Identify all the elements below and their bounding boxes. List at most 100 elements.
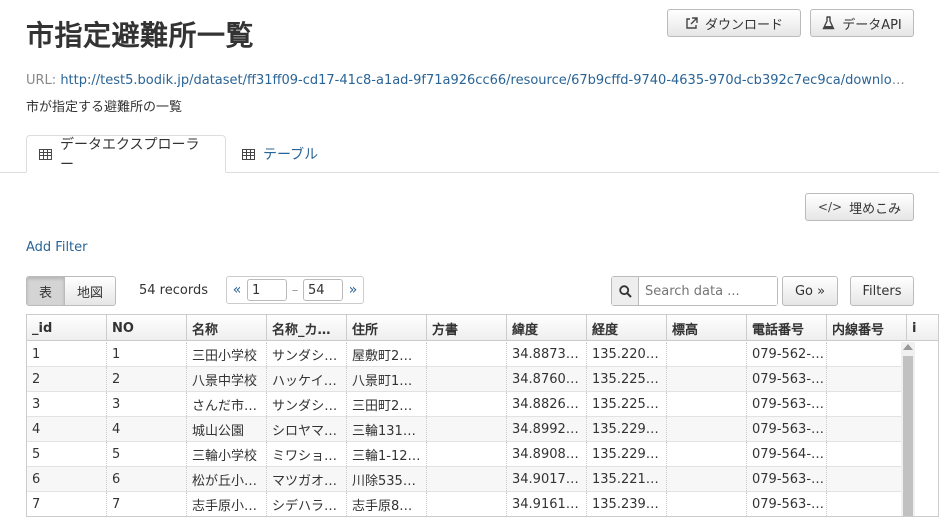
column-header[interactable]: 名称 (187, 315, 267, 341)
table-cell[interactable]: 34.8908… (507, 442, 587, 466)
table-cell[interactable]: 6 (27, 467, 107, 491)
column-header[interactable]: 緯度 (507, 315, 587, 341)
table-cell[interactable] (427, 492, 507, 516)
column-header[interactable]: i (907, 315, 938, 341)
table-cell[interactable]: 2 (107, 367, 187, 391)
table-cell[interactable]: 135.220… (587, 342, 667, 366)
table-cell[interactable]: 135.229… (587, 417, 667, 441)
table-cell[interactable] (827, 342, 907, 366)
column-header[interactable]: 経度 (587, 315, 667, 341)
table-cell[interactable] (827, 492, 907, 516)
embed-button[interactable]: </> 埋めこみ (805, 193, 914, 221)
data-api-button[interactable]: データAPI (810, 9, 914, 37)
table-cell[interactable]: 079-563-… (747, 367, 827, 391)
table-row[interactable]: 1 1 三田小学校 サンダシ… 屋敷町2… 34.8873… 135.220… 079-562… (27, 342, 907, 367)
table-cell[interactable]: 34.8826… (507, 392, 587, 416)
column-header[interactable]: 電話番号 (747, 315, 827, 341)
tab-table[interactable]: テーブル (230, 135, 330, 173)
table-cell[interactable]: 6 (107, 467, 187, 491)
table-cell[interactable]: 松が丘小… (187, 467, 267, 491)
column-header[interactable]: NO (107, 315, 187, 341)
table-cell[interactable]: サンダシ… (267, 392, 347, 416)
table-cell[interactable] (427, 417, 507, 441)
table-cell[interactable]: 1 (107, 342, 187, 366)
table-cell[interactable] (667, 417, 747, 441)
url-link[interactable]: http://test5.bodik.jp/dataset/ff31ff09-c… (60, 73, 911, 88)
table-cell[interactable]: 5 (107, 442, 187, 466)
table-cell[interactable]: シロヤマ… (267, 417, 347, 441)
table-cell[interactable]: 城山公園 (187, 417, 267, 441)
table-cell[interactable]: 三田小学校 (187, 342, 267, 366)
table-cell[interactable] (827, 442, 907, 466)
table-cell[interactable] (427, 467, 507, 491)
column-header[interactable]: 標高 (667, 315, 747, 341)
tab-data-explorer[interactable]: データエクスプローラー (26, 135, 226, 173)
table-cell[interactable]: 079-562-… (747, 342, 827, 366)
table-cell[interactable]: 屋敷町2… (347, 342, 427, 366)
pager-prev-button[interactable]: « (227, 282, 247, 298)
table-cell[interactable]: さんだ市… (187, 392, 267, 416)
scroll-up-icon[interactable] (903, 344, 913, 350)
table-row[interactable]: 3 3 さんだ市… サンダシ… 三田町2… 34.8826… 135.225… 079-563… (27, 392, 907, 417)
table-cell[interactable] (427, 367, 507, 391)
table-cell[interactable]: ミワショ… (267, 442, 347, 466)
table-cell[interactable]: 三輪小学校 (187, 442, 267, 466)
table-cell[interactable]: 079-563-… (747, 492, 827, 516)
table-cell[interactable] (667, 442, 747, 466)
table-cell[interactable]: 八景中学校 (187, 367, 267, 391)
table-cell[interactable]: 135.229… (587, 442, 667, 466)
table-row[interactable]: 7 7 志手原小… シデハラ… 志手原8… 34.9161… 135.239… 079-563… (27, 492, 907, 516)
table-cell[interactable]: サンダシ… (267, 342, 347, 366)
table-cell[interactable] (427, 392, 507, 416)
table-cell[interactable] (667, 367, 747, 391)
table-cell[interactable] (827, 417, 907, 441)
table-cell[interactable]: 志手原8… (347, 492, 427, 516)
table-row[interactable]: 2 2 八景中学校 ハッケイ… 八景町1… 34.8760… 135.225… 079-563… (27, 367, 907, 392)
view-table-button[interactable]: 表 (27, 277, 66, 305)
table-cell[interactable]: 4 (107, 417, 187, 441)
table-cell[interactable]: 34.8992… (507, 417, 587, 441)
download-button[interactable]: ダウンロード (667, 9, 801, 37)
table-cell[interactable] (667, 342, 747, 366)
table-cell[interactable]: 135.221… (587, 467, 667, 491)
table-cell[interactable]: 34.8760… (507, 367, 587, 391)
table-cell[interactable]: 34.8873… (507, 342, 587, 366)
table-cell[interactable]: マツガオ… (267, 467, 347, 491)
table-row[interactable]: 6 6 松が丘小… マツガオ… 川除535… 34.9017… 135.221… 079-56… (27, 467, 907, 492)
table-cell[interactable] (427, 342, 507, 366)
table-cell[interactable]: 3 (107, 392, 187, 416)
table-cell[interactable]: シデハラ… (267, 492, 347, 516)
table-cell[interactable]: 079-563-… (747, 392, 827, 416)
table-cell[interactable] (827, 467, 907, 491)
table-cell[interactable]: 135.225… (587, 367, 667, 391)
add-filter-link[interactable]: Add Filter (26, 240, 88, 255)
column-header[interactable]: 住所 (347, 315, 427, 341)
table-cell[interactable]: 079-563-… (747, 467, 827, 491)
table-cell[interactable]: 135.239… (587, 492, 667, 516)
table-cell[interactable]: 135.225… (587, 392, 667, 416)
table-cell[interactable]: 079-563-… (747, 417, 827, 441)
table-cell[interactable] (667, 467, 747, 491)
table-cell[interactable]: 川除535… (347, 467, 427, 491)
search-input[interactable] (639, 277, 777, 305)
table-cell[interactable]: ハッケイ… (267, 367, 347, 391)
pager-to-input[interactable] (303, 279, 343, 301)
table-cell[interactable]: 三輪131… (347, 417, 427, 441)
table-cell[interactable]: 7 (107, 492, 187, 516)
table-cell[interactable]: 5 (27, 442, 107, 466)
scrollbar-thumb[interactable] (903, 356, 913, 516)
table-cell[interactable]: 2 (27, 367, 107, 391)
table-cell[interactable]: 4 (27, 417, 107, 441)
table-row[interactable]: 4 4 城山公園 シロヤマ… 三輪131… 34.8992… 135.229… 079-563… (27, 417, 907, 442)
table-cell[interactable]: 三輪1-12… (347, 442, 427, 466)
table-cell[interactable] (667, 492, 747, 516)
table-cell[interactable]: 3 (27, 392, 107, 416)
table-cell[interactable]: 7 (27, 492, 107, 516)
table-cell[interactable] (427, 442, 507, 466)
table-cell[interactable]: 八景町1… (347, 367, 427, 391)
table-cell[interactable] (827, 392, 907, 416)
column-header[interactable]: _id (27, 315, 107, 341)
pager-next-button[interactable]: » (343, 282, 363, 298)
column-header[interactable]: 内線番号 (827, 315, 907, 341)
view-map-button[interactable]: 地図 (65, 277, 116, 305)
